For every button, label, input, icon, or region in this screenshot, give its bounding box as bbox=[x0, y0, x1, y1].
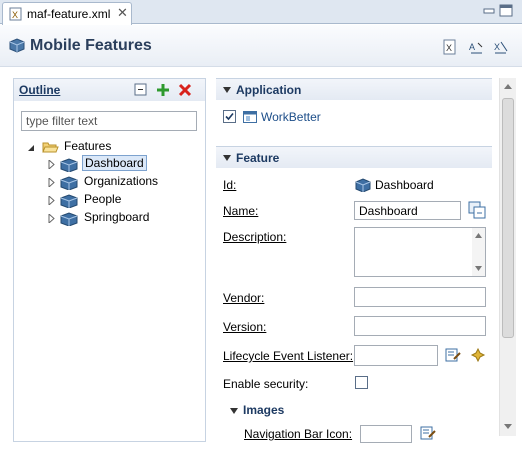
feature-section-header[interactable]: Feature bbox=[216, 146, 492, 168]
svg-text:A: A bbox=[469, 42, 475, 52]
application-section-title: Application bbox=[236, 83, 302, 97]
xml-file-icon: X bbox=[9, 7, 22, 21]
scrollbar-thumb[interactable] bbox=[502, 98, 514, 338]
application-icon bbox=[243, 111, 257, 123]
section-collapse-icon[interactable] bbox=[223, 87, 231, 93]
feature-icon bbox=[60, 158, 78, 172]
id-label-text: Id: bbox=[223, 178, 237, 192]
source-view-icon[interactable]: X bbox=[442, 39, 458, 55]
collapsed-arrow-icon[interactable] bbox=[48, 160, 56, 169]
features-icon bbox=[9, 38, 25, 53]
navbar-icon-field[interactable] bbox=[360, 425, 412, 443]
scroll-up-icon[interactable] bbox=[504, 84, 512, 89]
expanded-arrow-icon[interactable] bbox=[28, 144, 36, 152]
outline-panel: Outline Features Dashboard bbox=[13, 78, 206, 442]
minimize-maximize-icon[interactable] bbox=[482, 3, 516, 19]
name-field[interactable]: Dashboard bbox=[354, 201, 461, 220]
description-field[interactable] bbox=[354, 227, 486, 277]
images-section-title: Images bbox=[243, 403, 285, 417]
security-checkbox[interactable] bbox=[355, 376, 368, 389]
vendor-field[interactable] bbox=[354, 287, 486, 307]
tree-root-label: Features bbox=[64, 139, 112, 153]
edit-icon[interactable] bbox=[420, 425, 436, 441]
feature-icon bbox=[60, 212, 78, 226]
scroll-down-icon[interactable] bbox=[475, 266, 482, 271]
collapsed-arrow-icon[interactable] bbox=[48, 196, 56, 205]
section-collapse-icon[interactable] bbox=[223, 155, 231, 161]
name-label: Name: bbox=[223, 204, 258, 218]
version-label-text: Version: bbox=[223, 320, 267, 334]
version-label: Version: bbox=[223, 320, 266, 334]
feature-icon bbox=[60, 194, 78, 208]
application-link[interactable]: WorkBetter bbox=[261, 110, 321, 124]
feature-section-title: Feature bbox=[236, 151, 280, 165]
tree-item-label: People bbox=[84, 192, 122, 206]
version-field[interactable] bbox=[354, 316, 486, 336]
lifecycle-field[interactable] bbox=[354, 345, 438, 366]
edit-icon[interactable] bbox=[445, 347, 461, 363]
vendor-label-text: Vendor: bbox=[223, 291, 265, 305]
collapsed-arrow-icon[interactable] bbox=[48, 178, 56, 187]
application-section-header[interactable]: Application bbox=[216, 78, 492, 100]
images-collapse-icon[interactable] bbox=[230, 408, 238, 414]
lifecycle-label: Lifecycle Event Listener: bbox=[223, 349, 353, 363]
collapsed-arrow-icon[interactable] bbox=[48, 214, 56, 223]
scroll-up-icon[interactable] bbox=[475, 233, 482, 238]
editor-tab[interactable]: X maf-feature.xml ✕ bbox=[2, 2, 132, 25]
collapse-all-icon[interactable] bbox=[134, 83, 148, 97]
description-label: Description: bbox=[223, 230, 286, 244]
tree-item-dashboard[interactable]: Dashboard bbox=[48, 155, 168, 174]
editor-tab-bar: X maf-feature.xml ✕ bbox=[0, 0, 522, 25]
folder-open-icon bbox=[42, 142, 59, 153]
security-label: Enable security: bbox=[223, 377, 309, 391]
filter-input[interactable] bbox=[21, 111, 197, 131]
tree-item-organizations[interactable]: Organizations bbox=[48, 174, 168, 192]
scroll-down-icon[interactable] bbox=[504, 424, 512, 429]
tree-item-label: Dashboard bbox=[82, 155, 147, 171]
delete-icon[interactable] bbox=[178, 83, 192, 97]
description-label-text: Description: bbox=[223, 230, 287, 244]
svg-text:X: X bbox=[12, 10, 18, 20]
validate-icon[interactable]: X bbox=[492, 39, 508, 55]
tree-item-springboard[interactable]: Springboard bbox=[48, 210, 168, 228]
sort-icon[interactable]: A bbox=[468, 39, 484, 55]
name-label-text: Name: bbox=[223, 204, 259, 218]
editor-scrollbar[interactable] bbox=[499, 78, 516, 436]
tree-item-label: Organizations bbox=[84, 174, 159, 188]
page-title: Mobile Features bbox=[30, 37, 152, 54]
svg-text:X: X bbox=[494, 42, 500, 52]
id-value: Dashboard bbox=[375, 178, 434, 192]
tab-label: maf-feature.xml bbox=[27, 7, 111, 21]
tree-item-people[interactable]: People bbox=[48, 192, 168, 210]
description-scrollbar[interactable] bbox=[472, 228, 485, 276]
feature-icon bbox=[60, 176, 78, 190]
application-checkbox[interactable] bbox=[223, 110, 236, 123]
vendor-label: Vendor: bbox=[223, 291, 264, 305]
name-field-value: Dashboard bbox=[359, 204, 418, 218]
navbar-icon-label: Navigation Bar Icon: bbox=[244, 427, 353, 441]
add-icon[interactable] bbox=[156, 83, 170, 97]
translate-icon[interactable] bbox=[468, 201, 486, 219]
browse-icon[interactable] bbox=[470, 347, 486, 363]
feature-icon bbox=[355, 178, 371, 192]
outline-header: Outline bbox=[14, 79, 205, 101]
lifecycle-label-text: Lifecycle Event Listener: bbox=[223, 349, 354, 363]
id-label: Id: bbox=[223, 178, 236, 192]
svg-text:X: X bbox=[446, 43, 452, 53]
close-tab-icon[interactable]: ✕ bbox=[117, 5, 128, 21]
editor-header: Mobile Features X A X bbox=[0, 25, 522, 67]
tree-item-label: Springboard bbox=[84, 210, 150, 224]
outline-title: Outline bbox=[19, 83, 61, 97]
